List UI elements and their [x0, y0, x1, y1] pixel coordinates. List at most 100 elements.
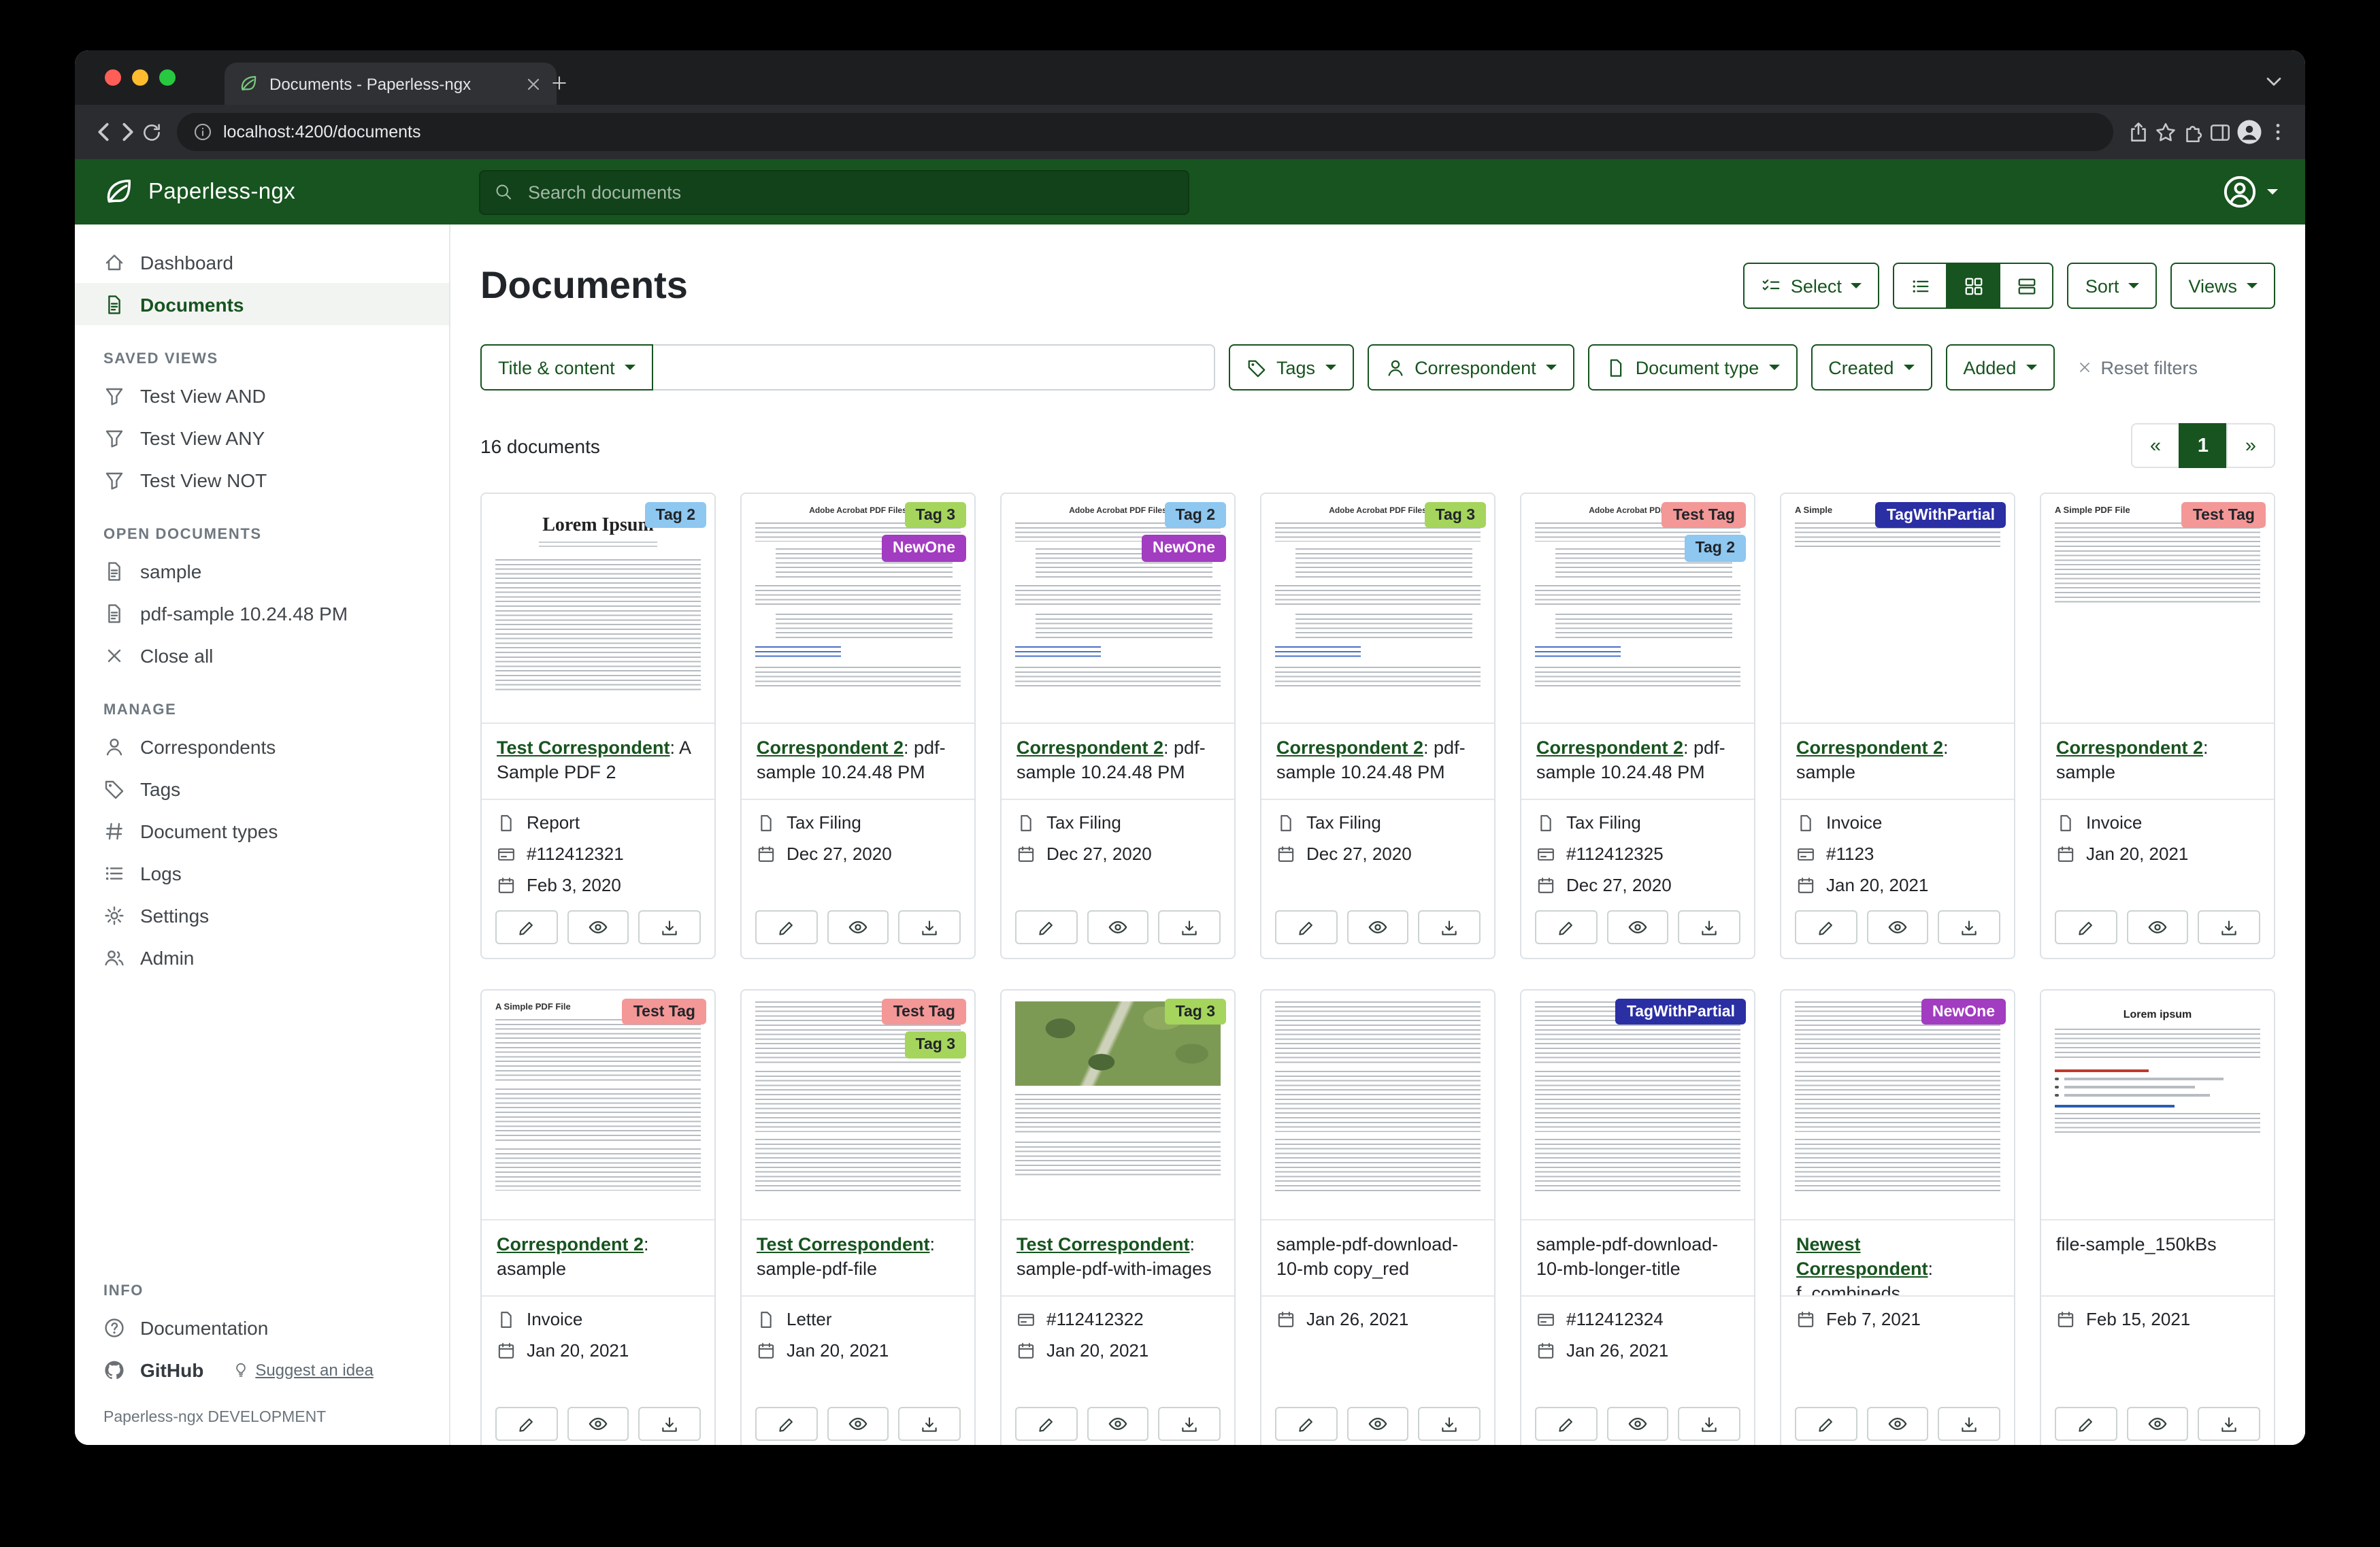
list-view-button[interactable] — [1894, 263, 1948, 309]
extensions-icon[interactable] — [2181, 120, 2204, 144]
document-thumbnail[interactable]: Test TagTag 3 — [742, 991, 974, 1220]
browser-tab[interactable]: Documents - Paperless-ngx — [225, 63, 557, 105]
correspondent-link[interactable]: Correspondent 2 — [1796, 737, 1943, 758]
download-button[interactable] — [899, 910, 961, 944]
document-thumbnail[interactable]: A Simple PDF File Test Tag — [482, 991, 714, 1220]
preview-button[interactable] — [1866, 910, 1928, 944]
edit-button[interactable] — [1275, 1407, 1337, 1441]
sidebar-item-test-view-not[interactable]: Test View NOT — [75, 459, 449, 501]
tag-badge[interactable]: NewOne — [882, 535, 966, 562]
tag-badge[interactable]: Tag 3 — [905, 1032, 966, 1059]
document-thumbnail[interactable]: Lorem Ipsum Tag 2 — [482, 494, 714, 724]
sidebar-item-document-types[interactable]: Document types — [75, 810, 449, 852]
document-card[interactable]: Tag 3 Test Correspondent: sample-pdf-wit… — [1000, 989, 1236, 1445]
correspondent-link[interactable]: Test Correspondent — [497, 737, 670, 758]
preview-button[interactable] — [1346, 910, 1408, 944]
tag-badge[interactable]: Tag 3 — [1165, 999, 1226, 1025]
forward-button[interactable] — [116, 120, 140, 144]
edit-button[interactable] — [495, 910, 557, 944]
document-card[interactable]: Adobe Acrobat PDF Files Test TagTag 2 Co… — [1520, 493, 1755, 959]
sidebar-item-admin[interactable]: Admin — [75, 936, 449, 978]
document-thumbnail[interactable]: Adobe Acrobat PDF Files Tag 3NewOne — [742, 494, 974, 724]
edit-button[interactable] — [1015, 910, 1077, 944]
grid-view-button[interactable] — [1947, 263, 2001, 309]
download-button[interactable] — [1419, 910, 1481, 944]
suggest-an-idea-link[interactable]: Suggest an idea — [232, 1360, 374, 1379]
app-brand[interactable]: Paperless-ngx — [102, 176, 479, 208]
document-card[interactable]: Test TagTag 3 Test Correspondent: sample… — [740, 989, 976, 1445]
document-card[interactable]: sample-pdf-download-10-mb copy_red Jan 2… — [1260, 989, 1495, 1445]
document-card[interactable]: Adobe Acrobat PDF Files Tag 3 Correspond… — [1260, 493, 1495, 959]
document-card[interactable]: Adobe Acrobat PDF Files Tag 2NewOne Corr… — [1000, 493, 1236, 959]
download-button[interactable] — [639, 1407, 701, 1441]
edit-button[interactable] — [1795, 1407, 1857, 1441]
new-tab-button[interactable] — [543, 67, 576, 99]
preview-button[interactable] — [1866, 1407, 1928, 1441]
tag-badge[interactable]: TagWithPartial — [1616, 999, 1746, 1025]
filter-button-correspondent[interactable]: Correspondent — [1367, 344, 1574, 390]
tag-badge[interactable]: Tag 3 — [905, 502, 966, 529]
tag-badge[interactable]: Tag 2 — [645, 502, 706, 529]
preview-button[interactable] — [1346, 1407, 1408, 1441]
filter-query-input[interactable] — [653, 344, 1215, 390]
preview-button[interactable] — [1606, 1407, 1668, 1441]
document-thumbnail[interactable]: Adobe Acrobat PDF Files Test TagTag 2 — [1521, 494, 1754, 724]
tag-badge[interactable]: Test Tag — [2182, 502, 2266, 529]
address-bar[interactable]: localhost:4200/documents — [177, 113, 2113, 151]
sidebar-item-tags[interactable]: Tags — [75, 767, 449, 810]
prev-page-button[interactable]: « — [2131, 423, 2180, 468]
tag-badge[interactable]: Tag 2 — [1165, 502, 1226, 529]
sidebar-item-documents[interactable]: Documents — [75, 283, 449, 325]
document-thumbnail[interactable]: A Simple PDF File Test Tag — [2041, 494, 2274, 724]
sidebar-item-dashboard[interactable]: Dashboard — [75, 241, 449, 283]
edit-button[interactable] — [1535, 1407, 1597, 1441]
filter-button-tags[interactable]: Tags — [1229, 344, 1353, 390]
document-card[interactable]: A Simple PDF File Test Tag Correspondent… — [480, 989, 716, 1445]
edit-button[interactable] — [1795, 910, 1857, 944]
filter-button-created[interactable]: Created — [1811, 344, 1932, 390]
document-thumbnail[interactable]: Tag 3 — [1002, 991, 1234, 1220]
correspondent-link[interactable]: Correspondent 2 — [1536, 737, 1683, 758]
sidebar-item-correspondents[interactable]: Correspondents — [75, 725, 449, 767]
sidebar-item-pdf-sample-10-24-48-pm[interactable]: pdf-sample 10.24.48 PM — [75, 592, 449, 634]
filter-button-added[interactable]: Added — [1945, 344, 2054, 390]
preview-button[interactable] — [1087, 910, 1148, 944]
tab-close-icon[interactable] — [524, 74, 543, 93]
correspondent-link[interactable]: Test Correspondent — [1017, 1234, 1190, 1254]
filter-button-document-type[interactable]: Document type — [1588, 344, 1798, 390]
edit-button[interactable] — [1015, 1407, 1077, 1441]
preview-button[interactable] — [2126, 1407, 2188, 1441]
sidebar-item-test-view-any[interactable]: Test View ANY — [75, 416, 449, 459]
sidebar-item-documentation[interactable]: Documentation — [75, 1306, 449, 1348]
bookmark-star-icon[interactable] — [2154, 120, 2177, 144]
edit-button[interactable] — [2055, 910, 2117, 944]
download-button[interactable] — [1419, 1407, 1481, 1441]
preview-button[interactable] — [2126, 910, 2188, 944]
user-menu[interactable] — [2222, 174, 2278, 210]
tag-badge[interactable]: Tag 3 — [1425, 502, 1486, 529]
download-button[interactable] — [899, 1407, 961, 1441]
reload-button[interactable] — [140, 120, 163, 144]
correspondent-link[interactable]: Newest Correspondent — [1796, 1234, 1928, 1279]
preview-button[interactable] — [827, 910, 889, 944]
correspondent-link[interactable]: Correspondent 2 — [2056, 737, 2203, 758]
reset-filters-button[interactable]: Reset filters — [2076, 357, 2198, 378]
current-page-button[interactable]: 1 — [2179, 423, 2228, 468]
site-info-icon[interactable] — [193, 122, 212, 142]
minimize-window-button[interactable] — [132, 69, 148, 86]
correspondent-link[interactable]: Correspondent 2 — [757, 737, 904, 758]
preview-button[interactable] — [1606, 910, 1668, 944]
download-button[interactable] — [1679, 1407, 1740, 1441]
document-thumbnail[interactable]: A Simple TagWithPartial — [1781, 494, 2014, 724]
document-card[interactable]: Lorem Ipsum Tag 2 Test Correspondent: A … — [480, 493, 716, 959]
detail-view-button[interactable] — [2000, 263, 2054, 309]
sidebar-item-logs[interactable]: Logs — [75, 852, 449, 894]
correspondent-link[interactable]: Test Correspondent — [757, 1234, 930, 1254]
tag-badge[interactable]: NewOne — [1142, 535, 1226, 562]
views-button[interactable]: Views — [2170, 263, 2275, 309]
document-card[interactable]: Adobe Acrobat PDF Files Tag 3NewOne Corr… — [740, 493, 976, 959]
preview-button[interactable] — [567, 1407, 629, 1441]
edit-button[interactable] — [2055, 1407, 2117, 1441]
document-card[interactable]: NewOne Newest Correspondent: f_combineds… — [1780, 989, 2015, 1445]
correspondent-link[interactable]: Correspondent 2 — [497, 1234, 644, 1254]
